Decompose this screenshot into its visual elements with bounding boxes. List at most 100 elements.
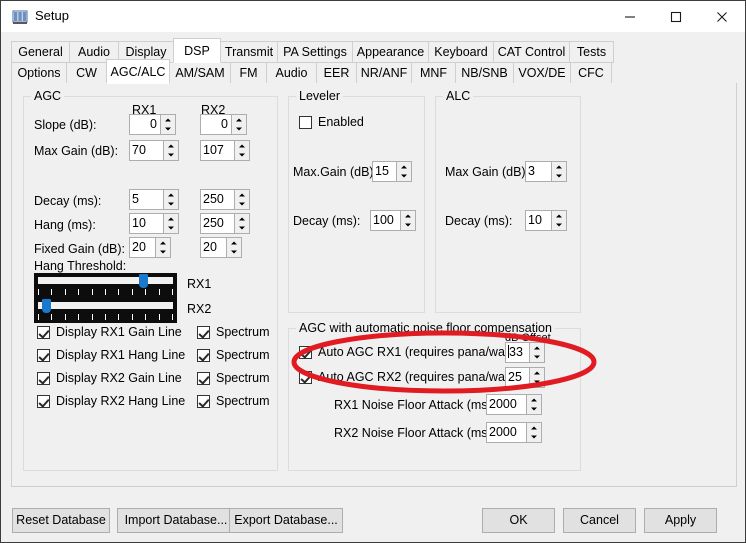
spin-down-icon[interactable] — [164, 224, 178, 234]
hang-threshold-rx1-slider[interactable] — [34, 273, 177, 298]
display-rx2-hang-line-spectrum-checkbox[interactable]: Spectrum — [197, 395, 270, 408]
agc-hang-rx1-spin-buttons[interactable] — [163, 214, 178, 233]
import-database-button[interactable]: Import Database... — [117, 508, 235, 533]
leveler-decay-spinner[interactable]: 100 — [370, 210, 416, 231]
agc-fixed-gain-rx1-spin-buttons[interactable] — [155, 238, 170, 257]
tab-cat-control[interactable]: CAT Control — [493, 41, 570, 63]
spin-down-icon[interactable] — [232, 125, 246, 135]
display-rx1-hang-line-spectrum-checkbox[interactable]: Spectrum — [197, 349, 270, 362]
leveler-max-gain-value[interactable]: 15 — [373, 162, 396, 181]
spin-down-icon[interactable] — [552, 221, 566, 231]
agc-hang-rx1-value[interactable]: 10 — [130, 214, 163, 233]
auto-agc-rx1-spin-buttons[interactable] — [529, 343, 544, 362]
auto-agc-rx1-checkbox[interactable]: Auto AGC RX1 (requires pana/water) — [299, 346, 524, 359]
agc-decay-rx1-spinner[interactable]: 5 — [129, 189, 179, 210]
agc-fixed-gain-rx1-value[interactable]: 20 — [130, 238, 155, 257]
agc-fixed-gain-rx1-spinner[interactable]: 20 — [129, 237, 171, 258]
tab-am-sam[interactable]: AM/SAM — [169, 62, 231, 84]
agc-hang-rx2-spinner[interactable]: 250 — [200, 213, 250, 234]
minimize-button[interactable] — [607, 1, 653, 32]
close-button[interactable] — [699, 1, 745, 32]
auto-agc-rx2-spin-buttons[interactable] — [529, 368, 544, 387]
agc-max-gain-rx1-spin-buttons[interactable] — [163, 141, 178, 160]
tab-appearance[interactable]: Appearance — [352, 41, 429, 63]
spin-down-icon[interactable] — [164, 200, 178, 210]
alc-decay-spinner[interactable]: 10 — [525, 210, 567, 231]
alc-decay-spin-buttons[interactable] — [551, 211, 566, 230]
spin-down-icon[interactable] — [401, 221, 415, 231]
spin-down-icon[interactable] — [156, 248, 170, 258]
spin-up-icon[interactable] — [397, 162, 411, 172]
tab-fm[interactable]: FM — [230, 62, 267, 84]
tab-agc-alc[interactable]: AGC/ALC — [106, 59, 170, 84]
hang-threshold-rx2-slider[interactable] — [34, 298, 177, 323]
spin-down-icon[interactable] — [527, 433, 541, 443]
leveler-decay-value[interactable]: 100 — [371, 211, 400, 230]
spin-up-icon[interactable] — [156, 238, 170, 248]
tab-keyboard[interactable]: Keyboard — [428, 41, 494, 63]
auto-agc-rx1-offset-spinner[interactable]: 33 — [505, 342, 545, 363]
spin-up-icon[interactable] — [161, 115, 175, 125]
spin-up-icon[interactable] — [552, 162, 566, 172]
tab-transmit[interactable]: Transmit — [220, 41, 278, 63]
rx2-noise-floor-attack-spinner[interactable]: 2000 — [486, 422, 542, 443]
agc-decay-rx1-value[interactable]: 5 — [130, 190, 163, 209]
tab-nr-anf[interactable]: NR/ANF — [356, 62, 412, 84]
cancel-button[interactable]: Cancel — [563, 508, 636, 533]
agc-slope-rx1-spinner[interactable]: 0 — [129, 114, 176, 135]
spin-up-icon[interactable] — [164, 190, 178, 200]
agc-decay-rx2-value[interactable]: 250 — [201, 190, 234, 209]
display-rx2-gain-line-checkbox[interactable]: Display RX2 Gain Line — [37, 372, 182, 385]
tab-nb-snb[interactable]: NB/SNB — [455, 62, 514, 84]
agc-slope-rx2-value[interactable]: 0 — [201, 115, 231, 134]
agc-hang-rx2-value[interactable]: 250 — [201, 214, 234, 233]
agc-slope-rx1-spin-buttons[interactable] — [160, 115, 175, 134]
apply-button[interactable]: Apply — [644, 508, 717, 533]
rx2-noise-floor-attack-value[interactable]: 2000 — [487, 423, 526, 442]
tab-general[interactable]: General — [11, 41, 70, 63]
leveler-enabled-checkbox[interactable]: Enabled — [299, 116, 364, 129]
agc-slope-rx2-spinner[interactable]: 0 — [200, 114, 247, 135]
reset-database-button[interactable]: Reset Database — [12, 508, 110, 533]
tab-dsp[interactable]: DSP — [173, 38, 221, 63]
spin-down-icon[interactable] — [397, 172, 411, 182]
spin-up-icon[interactable] — [235, 214, 249, 224]
slider-thumb[interactable] — [138, 274, 148, 288]
agc-max-gain-rx2-spin-buttons[interactable] — [234, 141, 249, 160]
rx1-noise-floor-attack-value[interactable]: 2000 — [487, 395, 526, 414]
spin-up-icon[interactable] — [164, 141, 178, 151]
display-rx2-hang-line-checkbox[interactable]: Display RX2 Hang Line — [37, 395, 185, 408]
slider-thumb[interactable] — [41, 299, 51, 313]
spin-up-icon[interactable] — [530, 343, 544, 353]
ok-button[interactable]: OK — [482, 508, 555, 533]
spin-down-icon[interactable] — [161, 125, 175, 135]
spin-up-icon[interactable] — [164, 214, 178, 224]
spin-down-icon[interactable] — [527, 405, 541, 415]
agc-decay-rx2-spinner[interactable]: 250 — [200, 189, 250, 210]
spin-down-icon[interactable] — [552, 172, 566, 182]
agc-fixed-gain-rx2-spin-buttons[interactable] — [226, 238, 241, 257]
agc-slope-rx2-spin-buttons[interactable] — [231, 115, 246, 134]
tab-pa-settings[interactable]: PA Settings — [277, 41, 353, 63]
alc-decay-value[interactable]: 10 — [526, 211, 551, 230]
display-rx2-gain-line-spectrum-checkbox[interactable]: Spectrum — [197, 372, 270, 385]
spin-up-icon[interactable] — [227, 238, 241, 248]
agc-hang-rx2-spin-buttons[interactable] — [234, 214, 249, 233]
auto-agc-rx2-offset-spinner[interactable]: 25 — [505, 367, 545, 388]
agc-max-gain-rx2-spinner[interactable]: 107 — [200, 140, 250, 161]
auto-agc-rx2-checkbox[interactable]: Auto AGC RX2 (requires pana/water) — [299, 371, 524, 384]
spin-up-icon[interactable] — [235, 190, 249, 200]
spin-down-icon[interactable] — [227, 248, 241, 258]
alc-max-gain-spin-buttons[interactable] — [551, 162, 566, 181]
agc-slope-rx1-value[interactable]: 0 — [130, 115, 160, 134]
rx1-noise-floor-attack-spinner[interactable]: 2000 — [486, 394, 542, 415]
spin-down-icon[interactable] — [164, 151, 178, 161]
leveler-max-gain-spinner[interactable]: 15 — [372, 161, 412, 182]
tab-mnf[interactable]: MNF — [411, 62, 456, 84]
spin-down-icon[interactable] — [530, 378, 544, 388]
tab-audio-2[interactable]: Audio — [266, 62, 317, 84]
export-database-button[interactable]: Export Database... — [229, 508, 343, 533]
auto-agc-rx1-offset-value[interactable]: 33 — [506, 343, 529, 362]
leveler-decay-spin-buttons[interactable] — [400, 211, 415, 230]
tab-tests[interactable]: Tests — [569, 41, 614, 63]
